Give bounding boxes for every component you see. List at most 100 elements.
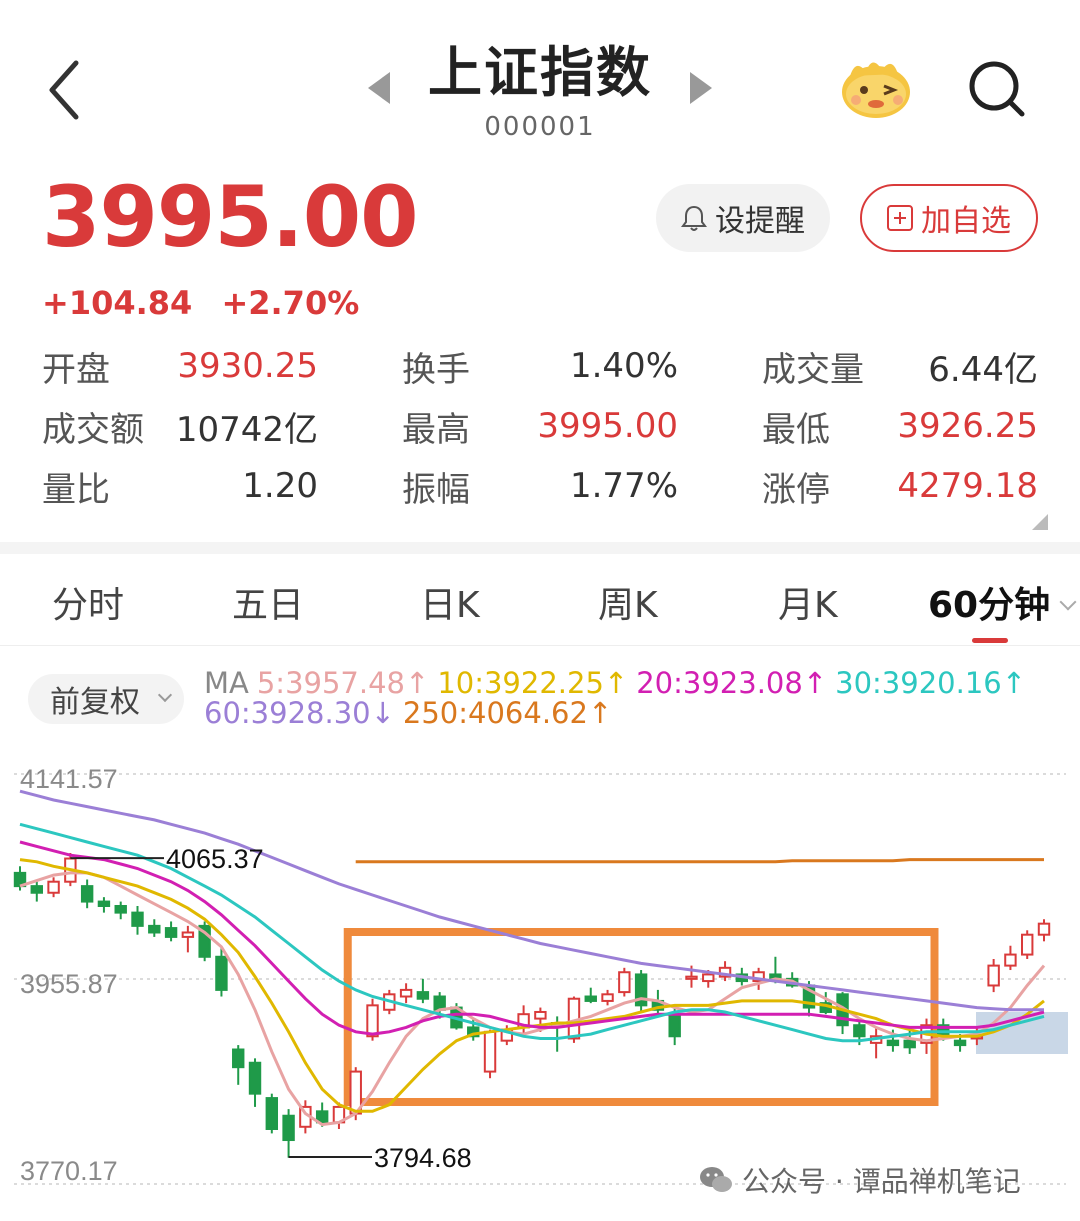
candle-up xyxy=(1004,953,1017,967)
ma-prefix: MA xyxy=(204,666,249,700)
current-price: 3995.00 xyxy=(42,168,419,266)
active-tab-indicator xyxy=(972,638,1008,643)
ma-line-ma5 xyxy=(19,871,1046,1127)
candle-up xyxy=(1037,922,1051,936)
add-watchlist-label: 加自选 xyxy=(921,204,1011,239)
stat-label: 成交量 xyxy=(762,349,864,390)
y-tick-label: 4141.57 xyxy=(20,764,118,794)
mascot-icon[interactable] xyxy=(836,50,916,122)
change-amount: +104.84 xyxy=(42,284,193,322)
bell-icon xyxy=(681,205,707,231)
stat-item: 最低 3926.25 xyxy=(762,396,1038,456)
stat-label: 开盘 xyxy=(42,349,110,390)
chevron-down-icon[interactable] xyxy=(1059,593,1077,611)
candle-up xyxy=(618,971,631,994)
ma-legend-row: MA 5:3957.48↑ 10:3922.25↑ 20:3923.08↑ 30:392… xyxy=(204,666,1034,700)
low-label: 3794.68 xyxy=(374,1143,472,1173)
price-change: +104.84 +2.70% xyxy=(42,284,377,322)
candle-up xyxy=(601,993,614,1002)
page-title: 上证指数 xyxy=(428,41,652,104)
add-watchlist-button[interactable]: 加自选 xyxy=(860,184,1038,252)
candle-down xyxy=(114,904,127,914)
stat-item: 振幅 1.77% xyxy=(402,456,678,516)
stat-label: 成交额 xyxy=(42,409,144,450)
tab-daily-k[interactable]: 日K xyxy=(420,576,480,628)
candle-down xyxy=(853,1024,866,1038)
tab-weekly-k[interactable]: 周K xyxy=(598,576,658,628)
candle-up xyxy=(1021,933,1034,956)
stat-label: 最低 xyxy=(762,409,830,450)
ma-value: 30:3920.16↑ xyxy=(835,666,1027,700)
section-divider xyxy=(0,542,1080,554)
candle-down xyxy=(148,924,161,934)
candle-down xyxy=(903,1039,916,1049)
candle-up xyxy=(399,988,413,998)
next-stock-icon[interactable] xyxy=(690,72,712,104)
stat-label: 涨停 xyxy=(762,469,830,510)
y-tick-label: 3955.87 xyxy=(20,969,118,999)
candle-down xyxy=(886,1039,900,1047)
candle-down xyxy=(164,927,178,938)
ma-legend-row: 60:3928.30↓ 250:4064.62↑ xyxy=(204,696,620,730)
candle-up xyxy=(483,1030,497,1073)
set-alert-label: 设提醒 xyxy=(715,204,805,239)
candle-down xyxy=(80,885,94,903)
wechat-icon xyxy=(700,1167,732,1192)
stat-value: 10742亿 xyxy=(175,409,318,450)
plus-icon xyxy=(887,205,913,231)
stat-value: 1.77% xyxy=(569,466,678,506)
price-adjust-dropdown[interactable]: 前复权 xyxy=(28,674,184,724)
stat-item: 最高 3995.00 xyxy=(402,396,678,456)
candle-down xyxy=(30,885,43,894)
period-tabs: 分时 五日 日K 周K 月K 60分钟 xyxy=(0,556,1080,646)
search-icon[interactable] xyxy=(966,58,1028,120)
ma-value: 10:3922.25↑ xyxy=(437,666,629,700)
stat-label: 振幅 xyxy=(402,469,470,510)
tab-monthly-k[interactable]: 月K xyxy=(778,576,838,628)
stock-code: 000001 xyxy=(484,112,596,142)
stats-row: 成交额 10742亿 最高 3995.00 最低 3926.25 xyxy=(42,396,1042,456)
expand-corner-icon[interactable] xyxy=(1032,514,1048,530)
stat-item: 成交量 6.44亿 xyxy=(762,336,1038,396)
change-percent: +2.70% xyxy=(221,284,360,322)
candle-down xyxy=(433,995,446,1011)
tab-intraday[interactable]: 分时 xyxy=(52,576,124,628)
candle-up xyxy=(987,964,1000,987)
tab-five-day[interactable]: 五日 xyxy=(232,576,304,628)
candle-down xyxy=(97,900,111,907)
candlestick-chart[interactable]: 4141.57 3955.87 3770.17 4065.37 3794.68 xyxy=(0,740,1080,1221)
candle-down xyxy=(953,1039,967,1047)
candle-up xyxy=(47,880,60,894)
candle-down xyxy=(232,1048,245,1069)
ma-value: 20:3923.08↑ xyxy=(636,666,828,700)
candle-down xyxy=(584,995,597,1002)
ma-line-ma250 xyxy=(355,858,1044,864)
candle-down xyxy=(282,1114,295,1142)
watermark-text: 公众号 · 谭品禅机笔记 xyxy=(742,1165,1021,1198)
header: 上证指数 000001 xyxy=(0,0,1080,160)
watermark: 公众号 · 谭品禅机笔记 xyxy=(698,1160,1021,1200)
candle-down xyxy=(416,991,430,1000)
stat-value: 1.40% xyxy=(569,346,678,386)
candle-up xyxy=(534,1010,547,1020)
candle-down xyxy=(265,1097,279,1130)
candle-up xyxy=(366,1004,379,1038)
stat-value: 3995.00 xyxy=(537,406,678,446)
stat-value: 4279.18 xyxy=(897,466,1038,506)
stats-row: 开盘 3930.25 换手 1.40% 成交量 6.44亿 xyxy=(42,336,1042,396)
ma-value: 250:4064.62↑ xyxy=(402,696,613,730)
candle-down xyxy=(131,911,144,927)
candle-up xyxy=(685,975,698,980)
set-alert-button[interactable]: 设提醒 xyxy=(656,184,830,252)
stat-value: 3930.25 xyxy=(177,346,318,386)
stat-value: 6.44亿 xyxy=(928,349,1038,390)
stats-row: 量比 1.20 振幅 1.77% 涨停 4279.18 xyxy=(42,456,1042,516)
stat-item: 涨停 4279.18 xyxy=(762,456,1038,516)
tab-60-minute[interactable]: 60分钟 xyxy=(928,576,1050,628)
stats-grid: 开盘 3930.25 换手 1.40% 成交量 6.44亿 成交额 10742亿 最高 3… xyxy=(42,336,1042,516)
ma-value: 5:3957.48↑ xyxy=(256,666,430,700)
ma-line-ma10 xyxy=(19,858,1045,1113)
candle-up xyxy=(181,931,195,938)
candle-up xyxy=(702,973,715,983)
stat-item: 换手 1.40% xyxy=(402,336,678,396)
